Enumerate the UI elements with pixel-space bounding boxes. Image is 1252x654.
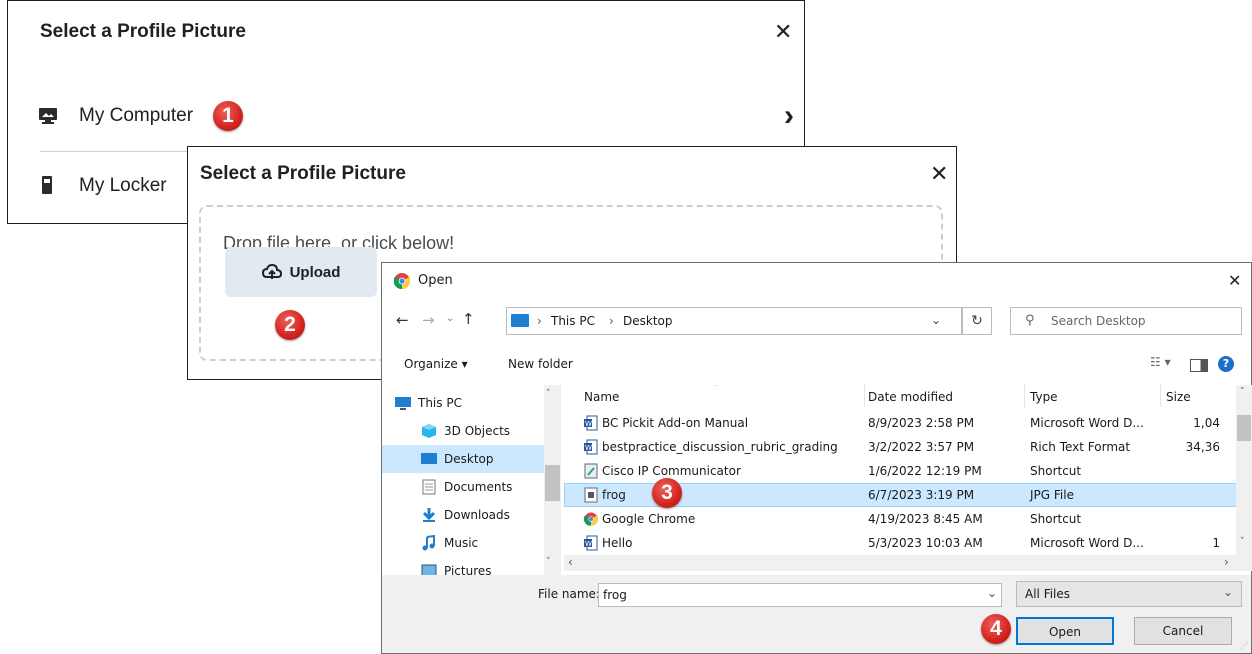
file-row[interactable]: W BC Pickit Add-on Manual 8/9/2023 2:58 … <box>564 411 1238 435</box>
step-badge-1: 1 <box>213 101 243 131</box>
back-arrow-icon[interactable]: ← <box>396 311 409 329</box>
window-title: Open <box>418 273 453 288</box>
step-badge-2: 2 <box>275 310 305 340</box>
chevron-down-icon[interactable]: ⌄ <box>931 313 941 327</box>
tree-item-downloads[interactable]: Downloads <box>382 501 544 529</box>
file-row[interactable]: W bestpractice_discussion_rubric_grading… <box>564 435 1238 459</box>
navigation-pane: This PC 3D Objects Desktop Documents Dow… <box>382 385 562 575</box>
word-icon: W <box>584 415 598 431</box>
step-badge-3: 3 <box>652 478 682 508</box>
nav-scrollbar-thumb[interactable] <box>545 465 560 501</box>
file-name-input[interactable]: frog ⌄ <box>598 583 1002 607</box>
file-row[interactable]: Google Chrome 4/19/2023 8:45 AM Shortcut <box>564 507 1238 531</box>
file-open-dialog: Open ✕ ← → ⌄ ↑ › This PC › Desktop ⌄ ↻ ⚲… <box>381 262 1252 654</box>
column-date-modified[interactable]: Date modified <box>868 385 953 409</box>
vscrollbar-thumb[interactable] <box>1237 415 1251 441</box>
upload-label: Upload <box>289 263 341 281</box>
chevron-down-icon[interactable]: ⌄ <box>987 586 997 600</box>
locker-icon <box>42 176 52 194</box>
preview-pane-icon[interactable] <box>1190 359 1208 372</box>
image-file-icon <box>584 487 598 503</box>
upload-button[interactable]: Upload <box>225 247 377 297</box>
search-input[interactable]: ⚲ Search Desktop <box>1010 307 1242 335</box>
resize-grip-icon[interactable]: ⋰ <box>1240 641 1248 650</box>
tree-item-music[interactable]: Music <box>382 529 544 557</box>
svg-text:W: W <box>585 420 592 428</box>
refresh-icon[interactable]: ↻ <box>962 307 992 335</box>
computer-icon <box>39 108 57 124</box>
rtf-icon: W <box>584 439 598 455</box>
breadcrumb-this-pc[interactable]: This PC <box>551 314 595 328</box>
chevron-down-icon: ⌄ <box>1223 585 1234 599</box>
close-icon[interactable]: ✕ <box>930 163 948 185</box>
cube-icon <box>422 424 436 438</box>
tree-item-documents[interactable]: Documents <box>382 473 544 501</box>
organize-button[interactable]: Organize ▾ <box>404 357 468 371</box>
open-button[interactable]: Open <box>1016 617 1114 645</box>
dialog-title: Select a Profile Picture <box>200 163 406 184</box>
file-list-vscrollbar[interactable]: ˄ ˅ <box>1236 385 1252 555</box>
pictures-icon <box>421 564 437 575</box>
shortcut-icon <box>584 463 598 479</box>
search-placeholder: Search Desktop <box>1051 314 1146 328</box>
column-name[interactable]: Name <box>584 385 619 409</box>
tree-item-desktop[interactable]: Desktop <box>382 445 544 473</box>
file-list-hscrollbar[interactable]: ‹ › <box>564 555 1252 571</box>
chrome-icon <box>584 512 598 526</box>
pc-icon <box>395 397 411 410</box>
dialog-title: Select a Profile Picture <box>40 21 246 42</box>
tree-item-3d-objects[interactable]: 3D Objects <box>382 417 544 445</box>
close-icon[interactable]: ✕ <box>774 21 792 43</box>
download-icon <box>422 508 436 522</box>
new-folder-button[interactable]: New folder <box>508 357 573 371</box>
documents-icon <box>422 479 436 495</box>
my-computer-label: My Computer <box>79 105 194 126</box>
search-icon: ⚲ <box>1025 313 1035 328</box>
step-badge-4: 4 <box>981 614 1011 644</box>
address-bar[interactable]: › This PC › Desktop ⌄ <box>506 307 962 335</box>
music-icon <box>422 535 435 551</box>
dialog-footer: File name: frog ⌄ All Files ⌄ Open Cance… <box>382 575 1251 653</box>
cloud-upload-icon <box>261 263 282 279</box>
column-type[interactable]: Type <box>1030 385 1058 409</box>
view-options-icon[interactable]: ☷ ▾ <box>1150 355 1171 369</box>
sort-indicator-icon: ˄ <box>714 385 719 394</box>
column-headers: Name ˄ Date modified Type Size <box>564 385 1238 409</box>
file-name-label: File name: <box>538 587 600 601</box>
chrome-icon <box>394 273 410 289</box>
recent-locations-icon[interactable]: ⌄ <box>446 313 454 324</box>
desktop-icon <box>421 453 437 464</box>
svg-text:W: W <box>585 444 592 452</box>
svg-text:W: W <box>585 540 592 548</box>
tree-item-this-pc[interactable]: This PC <box>382 389 544 417</box>
up-arrow-icon[interactable]: ↑ <box>462 310 475 328</box>
my-locker-label: My Locker <box>79 175 167 196</box>
column-size[interactable]: Size <box>1166 385 1191 409</box>
nav-scrollbar[interactable]: ˄ ˅ <box>544 385 561 575</box>
close-icon[interactable]: ✕ <box>1228 271 1241 290</box>
pc-icon <box>511 314 529 327</box>
help-icon[interactable]: ? <box>1218 356 1234 372</box>
chevron-right-icon: › <box>784 99 794 132</box>
file-row[interactable]: W Hello 5/3/2023 10:03 AM Microsoft Word… <box>564 531 1238 555</box>
file-type-select[interactable]: All Files ⌄ <box>1016 581 1242 607</box>
my-computer-option[interactable]: My Computer › <box>36 97 796 137</box>
tree-item-pictures[interactable]: Pictures <box>382 557 544 575</box>
cancel-button[interactable]: Cancel <box>1134 617 1232 645</box>
word-icon: W <box>584 535 598 551</box>
forward-arrow-icon[interactable]: → <box>422 311 435 329</box>
breadcrumb-desktop[interactable]: Desktop <box>623 314 673 328</box>
